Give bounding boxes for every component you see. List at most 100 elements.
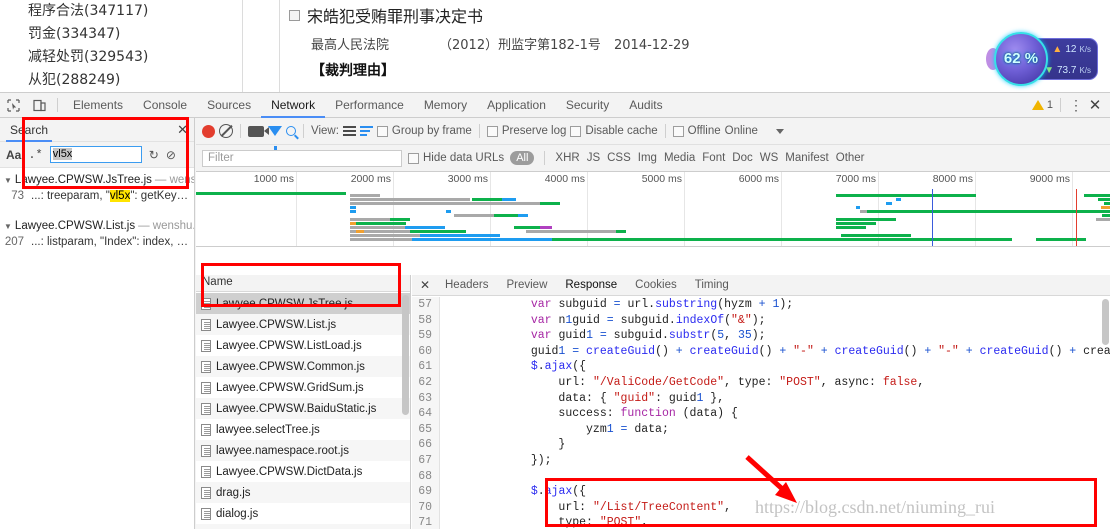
filter-type-doc[interactable]: Doc [732,152,752,164]
clear-button[interactable] [219,124,233,138]
code-line[interactable]: 70 url: "/List/TreeContent", [412,499,1110,516]
match-case-toggle[interactable]: Aa [6,148,21,162]
request-row[interactable]: Lawyee.CPWSW.Common.js [196,356,410,377]
request-list-column-header[interactable]: Name [196,275,410,292]
code-line[interactable]: 58 var n1guid = subguid.indexOf("&"); [412,312,1110,329]
request-list-scrollbar[interactable] [402,295,409,415]
facet-item[interactable]: 从犯(288249) [28,69,242,92]
regex-toggle[interactable]: .* [28,148,42,162]
preserve-log-box-icon[interactable] [486,125,498,137]
filter-type-all[interactable]: All [510,151,535,165]
request-row[interactable]: Lawyee.CPWSW.BaiduStatic.js [196,398,410,419]
response-tab-cookies[interactable]: Cookies [626,275,686,296]
view-waterfall-icon[interactable] [359,126,373,136]
request-row[interactable]: aes.js [196,524,410,529]
devtools-tab-console[interactable]: Console [133,93,197,118]
throttling-chevron-down-icon[interactable] [775,128,784,134]
request-row[interactable]: Lawyee.CPWSW.GridSum.js [196,377,410,398]
view-list-icon[interactable] [342,126,356,136]
offline-box-icon[interactable] [672,125,684,137]
response-tab-preview[interactable]: Preview [497,275,556,296]
filter-type-font[interactable]: Font [702,152,725,164]
group-by-frame-box-icon[interactable] [376,125,388,137]
disable-cache-box-icon[interactable] [570,125,582,137]
record-button[interactable] [202,124,215,138]
chevron-down-icon[interactable]: ▼ [4,176,12,185]
toggle-device-toolbar-icon[interactable] [26,93,52,117]
code-line[interactable]: 67 }); [412,452,1110,469]
code-line[interactable]: 61 $.ajax({ [412,359,1110,375]
filter-type-css[interactable]: CSS [607,152,631,164]
filter-type-other[interactable]: Other [836,152,865,164]
response-tab-headers[interactable]: Headers [436,275,497,296]
code-line[interactable]: 66 } [412,437,1110,453]
code-line[interactable]: 60 guid1 = createGuid() + createGuid() +… [412,343,1110,360]
disable-cache-checkbox[interactable]: Disable cache [570,125,658,137]
request-row[interactable]: Lawyee.CPWSW.JsTree.js [196,293,410,314]
warning-badge[interactable]: 1 [1031,99,1053,111]
document-title[interactable]: 宋皓犯受贿罪刑事决定书 [307,3,483,27]
search-refresh-icon[interactable]: ↻ [149,148,159,162]
filter-funnel-icon[interactable] [268,126,282,150]
code-line[interactable]: 62 url: "/ValiCode/GetCode", type: "POST… [412,374,1110,391]
chevron-down-icon[interactable]: ▼ [4,222,12,231]
facet-item[interactable]: 罚金(334347) [28,23,242,46]
devtools-tab-audits[interactable]: Audits [619,93,672,118]
document-title-row[interactable]: 宋皓犯受贿罪刑事决定书 [289,3,1110,27]
network-overview-timeline[interactable]: 1000 ms 2000 ms 3000 ms 4000 ms 5000 ms 6000 … [196,172,1110,247]
devtools-tab-network[interactable]: Network [261,93,325,118]
search-input[interactable]: vl5x [49,146,142,163]
offline-checkbox[interactable]: Offline [672,125,721,137]
devtools-tab-memory[interactable]: Memory [414,93,477,118]
request-row[interactable]: Lawyee.CPWSW.DictData.js [196,461,410,482]
response-code-viewer[interactable]: 57 var subguid = url.substring(hyzm + 1)… [412,297,1110,529]
search-result-file[interactable]: ▼Lawyee.CPWSW.List.js— wenshu.... [0,218,194,234]
code-line[interactable]: 59 var guid1 = subguid.substr(5, 35); [412,328,1110,344]
code-line[interactable]: 64 success: function (data) { [412,406,1110,422]
hide-data-urls-checkbox[interactable]: Hide data URLs [408,152,504,164]
code-scrollbar[interactable] [1102,299,1109,345]
search-clear-icon[interactable]: ⊘ [166,148,176,162]
search-icon[interactable] [286,126,296,136]
request-row[interactable]: dialog.js [196,503,410,524]
capture-screenshots-icon[interactable] [248,125,269,137]
search-result-file[interactable]: ▼Lawyee.CPWSW.JsTree.js— wensh... [0,172,194,188]
facet-item[interactable]: 程序合法(347117) [28,0,242,23]
search-panel-close-icon[interactable]: ✕ [177,122,188,138]
code-line[interactable]: 63 data: { "guid": guid1 }, [412,390,1110,407]
code-line[interactable]: 68 [412,468,1110,485]
filter-type-media[interactable]: Media [664,152,695,164]
hide-data-urls-box-icon[interactable] [408,152,419,164]
request-row[interactable]: Lawyee.CPWSW.List.js [196,314,410,335]
filter-type-js[interactable]: JS [587,152,600,164]
response-panel-close-icon[interactable]: ✕ [416,278,434,292]
throttling-value[interactable]: Online [725,125,758,137]
cpu-network-widget[interactable]: ▲ 12 K/s ▼ 73.7 K/s 62 % [986,32,1098,86]
filter-type-ws[interactable]: WS [760,152,779,164]
filter-type-xhr[interactable]: XHR [555,152,579,164]
preserve-log-checkbox[interactable]: Preserve log [486,125,566,137]
search-result-line[interactable]: 207 ...: listparam, "Index": index, "P... [0,234,194,250]
devtools-close-icon[interactable]: ✕ [1086,96,1104,114]
filter-type-manifest[interactable]: Manifest [785,152,828,164]
code-line[interactable]: 57 var subguid = url.substring(hyzm + 1)… [412,297,1110,313]
devtools-tab-application[interactable]: Application [477,93,556,118]
document-select-checkbox[interactable] [289,9,300,21]
code-line[interactable]: 65 yzm1 = data; [412,421,1110,438]
filter-type-img[interactable]: Img [638,152,657,164]
response-tab-response[interactable]: Response [556,275,626,296]
request-row[interactable]: Lawyee.CPWSW.ListLoad.js [196,335,410,356]
devtools-tab-performance[interactable]: Performance [325,93,414,118]
group-by-frame-checkbox[interactable]: Group by frame [376,125,472,137]
response-tab-timing[interactable]: Timing [686,275,738,296]
request-row[interactable]: lawyee.selectTree.js [196,419,410,440]
devtools-tab-sources[interactable]: Sources [197,93,261,118]
request-row[interactable]: lawyee.namespace.root.js [196,440,410,461]
inspect-element-icon[interactable] [0,93,26,117]
devtools-tab-elements[interactable]: Elements [63,93,133,118]
code-line[interactable]: 69 $.ajax({ [412,484,1110,500]
search-result-line[interactable]: 73 ...: treeparam, "vl5x": getKey(), "... [0,188,194,204]
request-row[interactable]: drag.js [196,482,410,503]
cpu-usage-orb[interactable]: 62 % [994,32,1048,86]
devtools-more-menu-icon[interactable]: ⋮ [1068,98,1084,112]
